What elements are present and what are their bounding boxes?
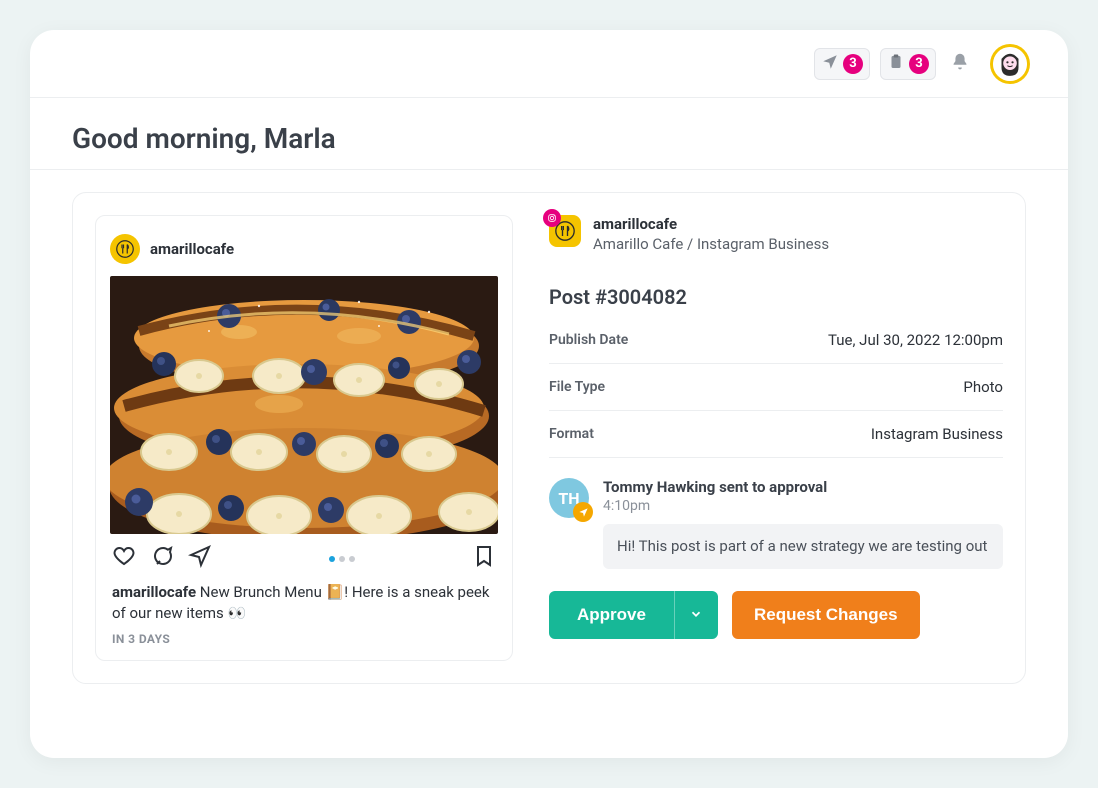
tasks-count-badge: 3: [909, 54, 929, 74]
activity-entry: TH Tommy Hawking sent to approval 4:10pm…: [549, 478, 1003, 569]
tasks-button[interactable]: 3: [880, 48, 936, 80]
approve-button-group: Approve: [549, 591, 718, 639]
caption-username: amarillocafe: [112, 583, 196, 601]
request-changes-button[interactable]: Request Changes: [732, 591, 920, 639]
meta-label: Format: [549, 426, 594, 442]
activity-avatar: TH: [549, 478, 589, 518]
heart-icon[interactable]: [112, 544, 136, 572]
activity-note: Hi! This post is part of a new strategy …: [603, 524, 1003, 569]
avatar-image: [993, 47, 1027, 81]
meta-file-type: File Type Photo: [549, 364, 1003, 411]
activity-time: 4:10pm: [603, 498, 1003, 514]
clipboard-icon: [887, 53, 905, 75]
preview-caption: amarillocafe New Brunch Menu 📔! Here is …: [110, 580, 498, 626]
preview-username: amarillocafe: [150, 240, 234, 258]
sent-badge-icon: [573, 502, 593, 522]
action-buttons: Approve Request Changes: [549, 591, 1003, 639]
activity-title: Tommy Hawking sent to approval: [603, 478, 1003, 496]
meta-label: File Type: [549, 379, 605, 395]
page-title: Good morning, Marla: [30, 98, 1068, 170]
bell-icon: [949, 51, 971, 77]
paper-plane-icon: [821, 53, 839, 75]
preview-schedule: IN 3 DAYS: [110, 626, 498, 648]
post-id-title: Post #3004082: [549, 285, 1003, 309]
account-subtitle: Amarillo Cafe / Instagram Business: [593, 235, 829, 253]
content: amarillocafe: [30, 170, 1068, 706]
profile-avatar[interactable]: [990, 44, 1030, 84]
instagram-badge-icon: [543, 209, 561, 227]
share-icon[interactable]: [188, 544, 212, 572]
meta-publish-date: Publish Date Tue, Jul 30, 2022 12:00pm: [549, 317, 1003, 364]
outbox-count-badge: 3: [843, 54, 863, 74]
bookmark-icon[interactable]: [472, 544, 496, 572]
brand-avatar: [110, 234, 140, 264]
approve-button[interactable]: Approve: [549, 591, 674, 639]
notifications-button[interactable]: [946, 50, 974, 78]
carousel-dots: [212, 551, 472, 565]
preview-image[interactable]: [110, 276, 498, 534]
meta-format: Format Instagram Business: [549, 411, 1003, 458]
account-icon: [549, 215, 581, 247]
account-row: amarillocafe Amarillo Cafe / Instagram B…: [549, 215, 1003, 253]
meta-value: Tue, Jul 30, 2022 12:00pm: [828, 331, 1003, 349]
comment-icon[interactable]: [150, 544, 174, 572]
chevron-down-icon: [689, 607, 703, 624]
preview-action-bar: [110, 534, 498, 580]
outbox-button[interactable]: 3: [814, 48, 870, 80]
meta-value: Instagram Business: [871, 425, 1003, 443]
topbar: 3 3: [30, 30, 1068, 98]
post-preview: amarillocafe: [95, 215, 513, 661]
account-username: amarillocafe: [593, 215, 829, 233]
approval-card: amarillocafe: [72, 192, 1026, 684]
utensils-icon: [116, 240, 134, 258]
app-window: 3 3 Good morning,: [30, 30, 1068, 758]
meta-label: Publish Date: [549, 332, 628, 348]
post-details: amarillocafe Amarillo Cafe / Instagram B…: [549, 215, 1003, 661]
approve-dropdown-button[interactable]: [674, 591, 718, 639]
meta-value: Photo: [963, 378, 1003, 396]
preview-header: amarillocafe: [110, 230, 498, 276]
